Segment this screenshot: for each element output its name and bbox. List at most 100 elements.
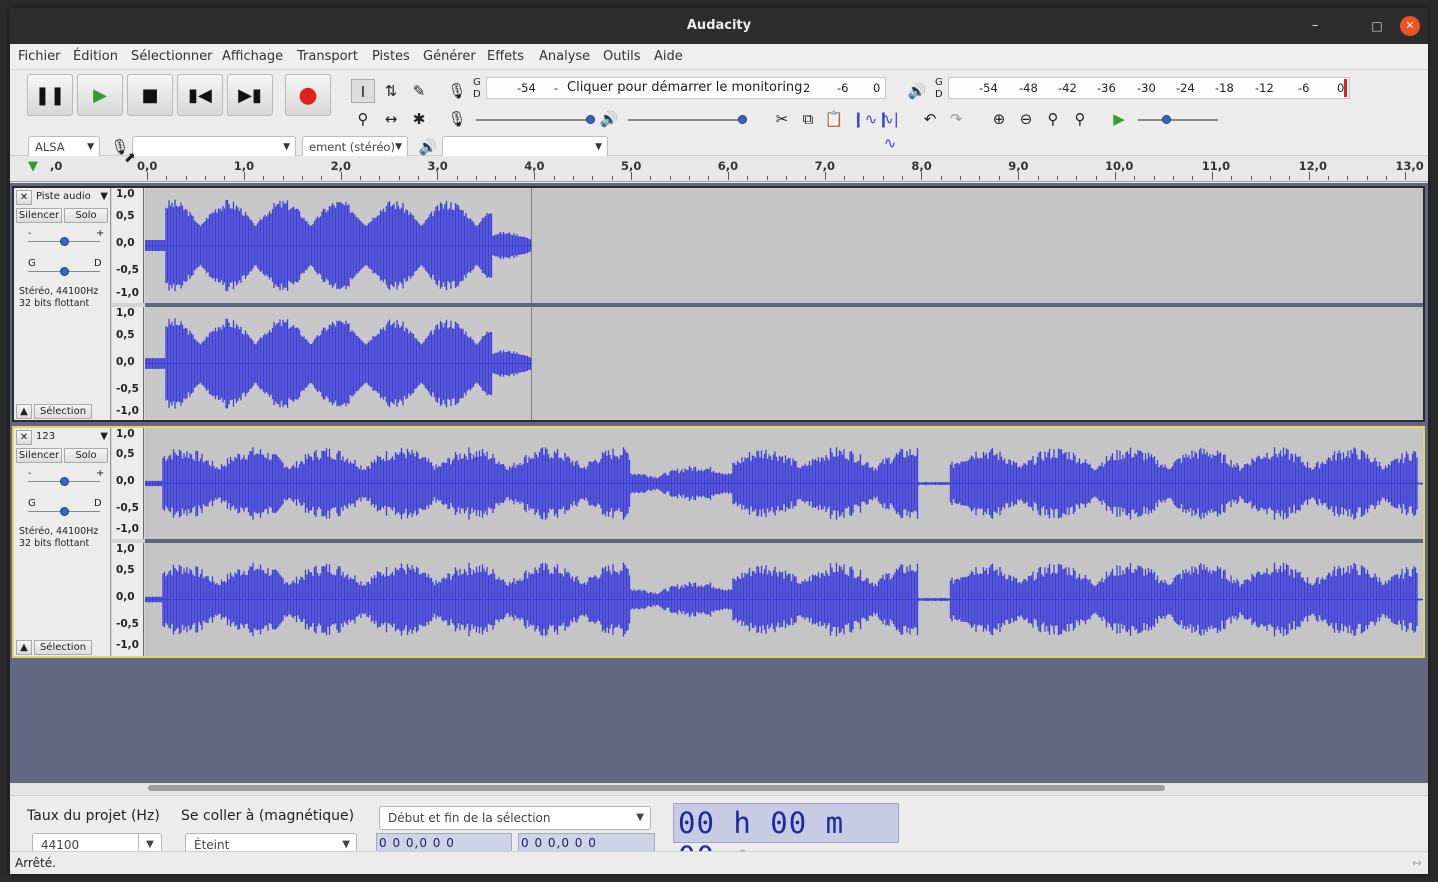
track-name: Piste audio	[36, 191, 91, 202]
menu-tracks[interactable]: Pistes	[372, 44, 410, 70]
collapse-track-button[interactable]: ▲	[16, 404, 32, 419]
gain-knob[interactable]	[60, 237, 69, 246]
selection-tool[interactable]: I	[351, 79, 375, 103]
playback-meter[interactable]: -54 -48 -42 -36 -30 -24 -18 -12 -6 0	[948, 77, 1350, 99]
ruler-label: 0,0	[137, 159, 158, 173]
record-volume-slider[interactable]	[476, 119, 594, 121]
pause-button[interactable]: ❚❚	[27, 74, 73, 116]
skip-end-button[interactable]: ▶▮	[227, 74, 273, 116]
pan-knob[interactable]	[60, 507, 69, 516]
waveform-channel-right[interactable]	[145, 307, 1423, 420]
scale-label: 0,5	[116, 329, 135, 341]
meter-tick: -30	[1137, 81, 1156, 95]
minimize-button[interactable]: –	[1300, 8, 1330, 44]
fit-selection-button[interactable]: ⚲	[1041, 107, 1065, 131]
horizontal-scrollbar[interactable]	[10, 783, 1428, 795]
menu-generate[interactable]: Générer	[423, 44, 476, 70]
undo-button[interactable]: ↶	[918, 107, 942, 131]
mute-button[interactable]: Silencer	[16, 448, 62, 463]
paste-button[interactable]: 📋	[822, 107, 846, 131]
amplitude-scale[interactable]: 1,0 0,5 0,0 -0,5 -1,0	[112, 428, 144, 539]
selection-end-time[interactable]: 0 0 0,0 0 0 secondes▼	[518, 833, 655, 868]
menu-select[interactable]: Sélectionner	[131, 44, 213, 70]
solo-button[interactable]: Solo	[64, 448, 108, 463]
ruler-tick	[321, 176, 323, 180]
waveform-channel-left[interactable]	[145, 188, 1423, 303]
draw-tool[interactable]: ✎	[407, 79, 431, 103]
selection-start-value: 0 0 0,0 0 0	[379, 836, 455, 850]
waveform-channel-left[interactable]	[145, 428, 1423, 539]
play-head-icon[interactable]: ▼	[28, 159, 38, 174]
menu-view[interactable]: Affichage	[222, 44, 283, 70]
playback-meter-channels: G D	[935, 77, 943, 101]
playback-device-select[interactable]: ▼	[442, 136, 608, 158]
track-select-button[interactable]: Sélection	[34, 640, 92, 655]
scrollbar-thumb[interactable]	[148, 785, 1165, 791]
zoom-out-button[interactable]: ⊖	[1014, 107, 1038, 131]
audio-position-display[interactable]: 00 h 00 m 00 s	[673, 803, 899, 874]
selection-start-time[interactable]: 0 0 0,0 0 0 secondes▼	[376, 833, 512, 868]
waveform-channel-right[interactable]	[145, 543, 1423, 656]
track-close-button[interactable]: ✕	[16, 190, 32, 205]
fit-project-button[interactable]: ⚲	[1068, 107, 1092, 131]
multi-tool[interactable]: ✱	[407, 107, 431, 131]
track-close-button[interactable]: ✕	[16, 430, 32, 445]
scale-label: -1,0	[116, 523, 139, 535]
record-meter[interactable]: -54 - Cliquer pour démarrer le monitorin…	[486, 77, 886, 99]
gain-knob[interactable]	[60, 477, 69, 486]
magnifier-icon: ⚲	[357, 110, 369, 128]
silence-button[interactable]: ∿|∿	[878, 107, 902, 152]
redo-button[interactable]: ↷	[944, 107, 968, 131]
resize-grip-icon[interactable]: ⇿	[1412, 852, 1422, 874]
track-name-menu[interactable]: Piste audio ▼	[36, 191, 110, 205]
recording-channels-select[interactable]: ement (stéréo) ▼	[302, 136, 408, 158]
skip-start-button[interactable]: ▮◀	[177, 74, 223, 116]
ruler-tick	[495, 176, 497, 180]
menu-transport[interactable]: Transport	[297, 44, 358, 70]
amplitude-scale[interactable]: 1,0 0,5 0,0 -0,5 -1,0	[112, 307, 144, 420]
timeshift-tool[interactable]: ↔	[379, 107, 403, 131]
track-select-button[interactable]: Sélection	[34, 404, 92, 419]
play-speed-slider[interactable]	[1138, 119, 1218, 121]
audio-clip[interactable]	[145, 188, 532, 303]
amplitude-scale[interactable]: 1,0 0,5 0,0 -0,5 -1,0	[112, 188, 144, 303]
zoom-tool[interactable]: ⚲	[351, 107, 375, 131]
copy-button[interactable]: ⧉	[796, 107, 820, 131]
menu-edit[interactable]: Édition	[73, 44, 118, 70]
playback-volume-knob[interactable]	[738, 115, 747, 124]
play-speed-knob[interactable]	[1162, 115, 1171, 124]
host-select[interactable]: ALSA ▼	[28, 136, 100, 158]
play-at-speed-button[interactable]: ▶	[1107, 107, 1131, 131]
ruler-tick	[1231, 176, 1233, 180]
record-button[interactable]: ●	[285, 74, 331, 116]
tracks-area[interactable]: ✕ Piste audio ▼ Silencer Solo - + G D Sté…	[10, 183, 1428, 783]
envelope-tool[interactable]: ⇅	[379, 79, 403, 103]
track-1[interactable]: ✕ Piste audio ▼ Silencer Solo - + G D Sté…	[12, 186, 1425, 422]
playback-volume-slider[interactable]	[628, 119, 746, 121]
track-name-menu[interactable]: 123 ▼	[36, 431, 110, 445]
collapse-track-button[interactable]: ▲	[16, 640, 32, 655]
track-2[interactable]: ✕ 123 ▼ Silencer Solo - + G D Stéréo, 441…	[12, 426, 1425, 658]
play-button[interactable]: ▶	[77, 74, 123, 116]
selection-mode-select[interactable]: Début et fin de la sélection ▼	[379, 806, 651, 830]
timeline-ruler[interactable]: ▼ ,0 0,0 1,0 2,0 3,0 4,0 5,0 6,0 7,0 8,0 9,0 10,0 1…	[10, 156, 1428, 182]
menu-effects[interactable]: Effets	[487, 44, 524, 70]
menu-tools[interactable]: Outils	[603, 44, 641, 70]
menu-help[interactable]: Aide	[654, 44, 683, 70]
trim-button[interactable]: ❙∿❙	[852, 107, 890, 131]
mute-button[interactable]: Silencer	[16, 208, 62, 223]
stop-button[interactable]: ■	[127, 74, 173, 116]
cut-button[interactable]: ✂	[770, 107, 794, 131]
solo-button[interactable]: Solo	[64, 208, 108, 223]
close-button[interactable]: ✕	[1400, 16, 1420, 36]
menu-analyze[interactable]: Analyse	[539, 44, 590, 70]
record-volume-knob[interactable]	[586, 115, 595, 124]
project-rate-label: Taux du projet (Hz)	[27, 808, 160, 824]
audio-clip[interactable]	[145, 307, 532, 420]
recording-device-select[interactable]: ▼	[132, 136, 296, 158]
amplitude-scale[interactable]: 1,0 0,5 0,0 -0,5 -1,0	[112, 543, 144, 656]
maximize-button[interactable]: □	[1362, 8, 1392, 44]
pan-knob[interactable]	[60, 267, 69, 276]
menu-file[interactable]: Fichier	[18, 44, 61, 70]
zoom-in-button[interactable]: ⊕	[987, 107, 1011, 131]
